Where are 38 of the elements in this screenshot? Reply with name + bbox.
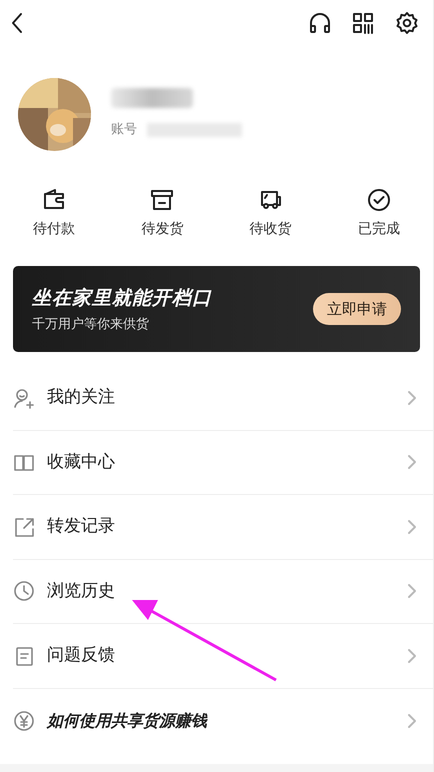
order-status-link[interactable]: 待收货 (250, 219, 292, 240)
settings-icon[interactable] (395, 11, 419, 35)
clock-icon (13, 580, 35, 602)
menu-label: 收藏中心 (47, 450, 115, 474)
chevron-right-icon (407, 648, 417, 664)
document-icon (13, 644, 35, 667)
menu-item[interactable]: 如何使用共享货源赚钱 (13, 688, 433, 753)
menu-item[interactable]: 收藏中心 (13, 430, 433, 495)
menu-label: 浏览历史 (47, 580, 115, 602)
chevron-right-icon (407, 712, 417, 729)
user-plus-icon (13, 386, 35, 409)
check-circle-icon[interactable] (366, 188, 391, 212)
menu-label: 如何使用共享货源赚钱 (47, 710, 207, 732)
chevron-right-icon (407, 518, 417, 535)
chevron-right-icon (407, 583, 417, 600)
back-icon[interactable] (10, 12, 24, 34)
menu-item[interactable]: 转发记录 (13, 495, 433, 560)
qr-code-icon[interactable] (352, 12, 374, 34)
menu-label: 我的关注 (47, 386, 115, 409)
truck-icon[interactable] (258, 188, 283, 212)
share-icon (13, 516, 35, 538)
order-status-link[interactable]: 已完成 (358, 219, 400, 240)
box-icon[interactable] (150, 188, 174, 212)
chevron-right-icon (407, 454, 417, 470)
menu-label: 问题反馈 (47, 644, 115, 667)
account-label: 账号 (111, 121, 137, 139)
menu-item[interactable]: 问题反馈 (13, 624, 433, 688)
wallet-icon[interactable] (42, 188, 66, 212)
banner-subtitle: 千万用户等你来供货 (32, 316, 150, 334)
banner-title: 坐在家里就能开档口 (32, 286, 212, 310)
menu-item[interactable]: 我的关注 (13, 366, 433, 430)
menu-label: 转发记录 (47, 515, 115, 538)
order-status-link[interactable]: 待付款 (33, 219, 76, 240)
yen-icon (13, 710, 35, 732)
apply-button[interactable]: 立即申请 (313, 292, 401, 326)
headphones-icon[interactable] (309, 12, 331, 34)
chevron-right-icon (407, 390, 417, 406)
order-status-link[interactable]: 待发货 (141, 219, 184, 240)
